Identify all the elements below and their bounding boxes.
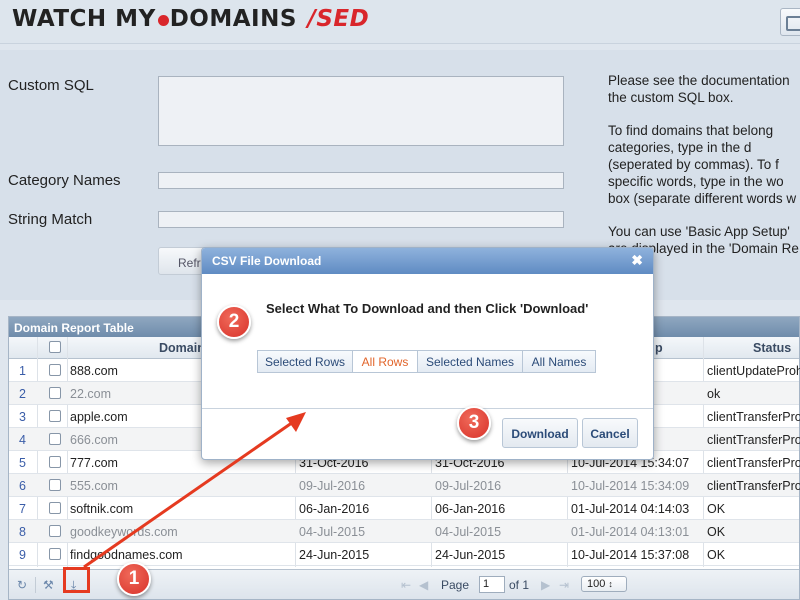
step-badge-1: 1 <box>117 562 151 596</box>
annotation-arrow <box>83 412 306 569</box>
step-badge-2: 2 <box>217 305 251 339</box>
step-badge-3: 3 <box>457 406 491 440</box>
